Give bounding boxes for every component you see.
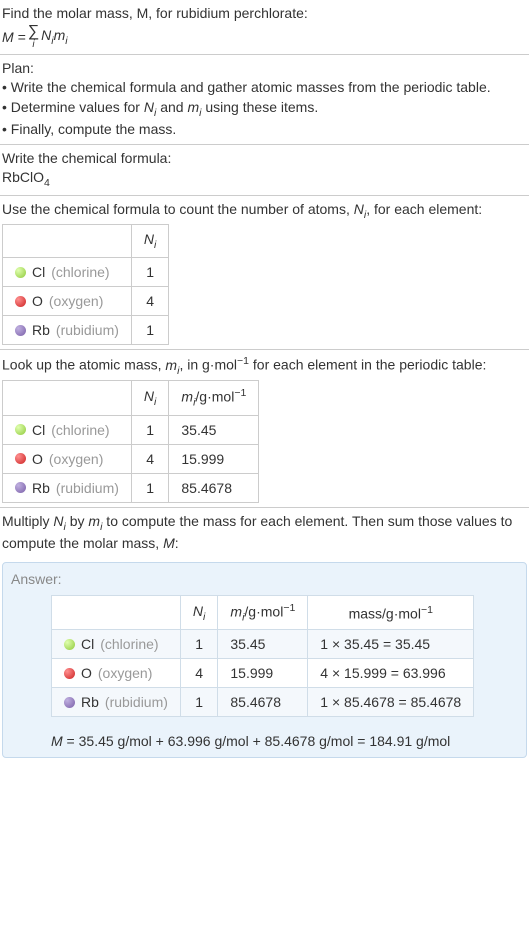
n-header: Ni: [180, 595, 217, 629]
table-row: Cl (chlorine) 1: [3, 258, 169, 287]
intro-text: Find the molar mass, M, for rubidium per…: [2, 4, 527, 24]
element-cell: Cl (chlorine): [15, 422, 119, 438]
chem-formula-header: Write the chemical formula:: [2, 149, 527, 169]
atomic-mass-header: Look up the atomic mass, mi, in g·mol−1 …: [2, 354, 527, 378]
n-header: Ni: [131, 225, 168, 258]
count-atoms-header: Use the chemical formula to count the nu…: [2, 200, 527, 222]
answer-content: Ni mi/g·mol−1 mass/g·mol−1 Cl (chlorine)…: [11, 595, 518, 749]
element-dot-icon: [15, 482, 26, 493]
empty-header: [3, 381, 132, 415]
m-header: mi/g·mol−1: [218, 595, 308, 629]
multiply-header: Multiply Ni by mi to compute the mass fo…: [2, 512, 527, 554]
table-row: O (oxygen) 4: [3, 287, 169, 316]
table-row: O (oxygen) 4 15.999 4 × 15.999 = 63.996: [52, 659, 474, 688]
formula-left: M =: [2, 29, 26, 45]
chem-formula-section: Write the chemical formula: RbClO4: [0, 145, 529, 196]
element-cell: Rb (rubidium): [15, 480, 119, 496]
element-cell: O (oxygen): [15, 451, 119, 467]
plan-section: Plan: • Write the chemical formula and g…: [0, 55, 529, 145]
n-header: Ni: [131, 381, 168, 415]
element-dot-icon: [15, 325, 26, 336]
molar-mass-formula: M = ∑ i Nimi: [2, 24, 527, 50]
table-row: Cl (chlorine) 1 35.45 1 × 35.45 = 35.45: [52, 630, 474, 659]
element-dot-icon: [15, 453, 26, 464]
element-dot-icon: [15, 267, 26, 278]
intro-section: Find the molar mass, M, for rubidium per…: [0, 0, 529, 55]
plan-bullet3: • Finally, compute the mass.: [2, 120, 527, 140]
table-row: Rb (rubidium) 1: [3, 316, 169, 345]
element-cell: Cl (chlorine): [15, 264, 119, 280]
table-header-row: Ni mi/g·mol−1: [3, 381, 259, 415]
mass-header: mass/g·mol−1: [308, 595, 474, 629]
empty-header: [52, 595, 181, 629]
chem-formula-value: RbClO4: [2, 168, 527, 190]
answer-table: Ni mi/g·mol−1 mass/g·mol−1 Cl (chlorine)…: [51, 595, 474, 717]
final-formula: M = 35.45 g/mol + 63.996 g/mol + 85.4678…: [51, 733, 518, 749]
element-cell: O (oxygen): [15, 293, 119, 309]
count-atoms-section: Use the chemical formula to count the nu…: [0, 196, 529, 350]
element-cell: O (oxygen): [64, 665, 168, 681]
element-dot-icon: [64, 697, 75, 708]
atomic-mass-table: Ni mi/g·mol−1 Cl (chlorine) 1 35.45 O (o…: [2, 380, 259, 502]
formula-Ni: Nimi: [41, 27, 67, 47]
plan-bullet1: • Write the chemical formula and gather …: [2, 78, 527, 98]
count-atoms-table: Ni Cl (chlorine) 1 O (oxygen) 4 Rb (rubi…: [2, 224, 169, 345]
intro-line1: Find the molar mass, M, for rubidium per…: [2, 5, 308, 21]
element-dot-icon: [64, 668, 75, 679]
m-header: mi/g·mol−1: [169, 381, 259, 415]
table-header-row: Ni: [3, 225, 169, 258]
element-cell: Rb (rubidium): [64, 694, 168, 710]
table-row: Cl (chlorine) 1 35.45: [3, 415, 259, 444]
table-row: O (oxygen) 4 15.999: [3, 444, 259, 473]
table-row: Rb (rubidium) 1 85.4678 1 × 85.4678 = 85…: [52, 688, 474, 717]
table-header-row: Ni mi/g·mol−1 mass/g·mol−1: [52, 595, 474, 629]
element-dot-icon: [15, 424, 26, 435]
sigma-symbol: ∑ i: [28, 24, 39, 50]
empty-header: [3, 225, 132, 258]
answer-label: Answer:: [11, 571, 518, 587]
element-dot-icon: [64, 639, 75, 650]
element-dot-icon: [15, 296, 26, 307]
atomic-mass-section: Look up the atomic mass, mi, in g·mol−1 …: [0, 350, 529, 508]
element-cell: Rb (rubidium): [15, 322, 119, 338]
plan-bullet2: • Determine values for Ni and mi using t…: [2, 98, 527, 120]
table-row: Rb (rubidium) 1 85.4678: [3, 473, 259, 502]
multiply-section: Multiply Ni by mi to compute the mass fo…: [0, 508, 529, 558]
element-cell: Cl (chlorine): [64, 636, 168, 652]
plan-header: Plan:: [2, 59, 527, 79]
answer-box: Answer: Ni mi/g·mol−1 mass/g·mol−1 Cl (c…: [2, 562, 527, 758]
